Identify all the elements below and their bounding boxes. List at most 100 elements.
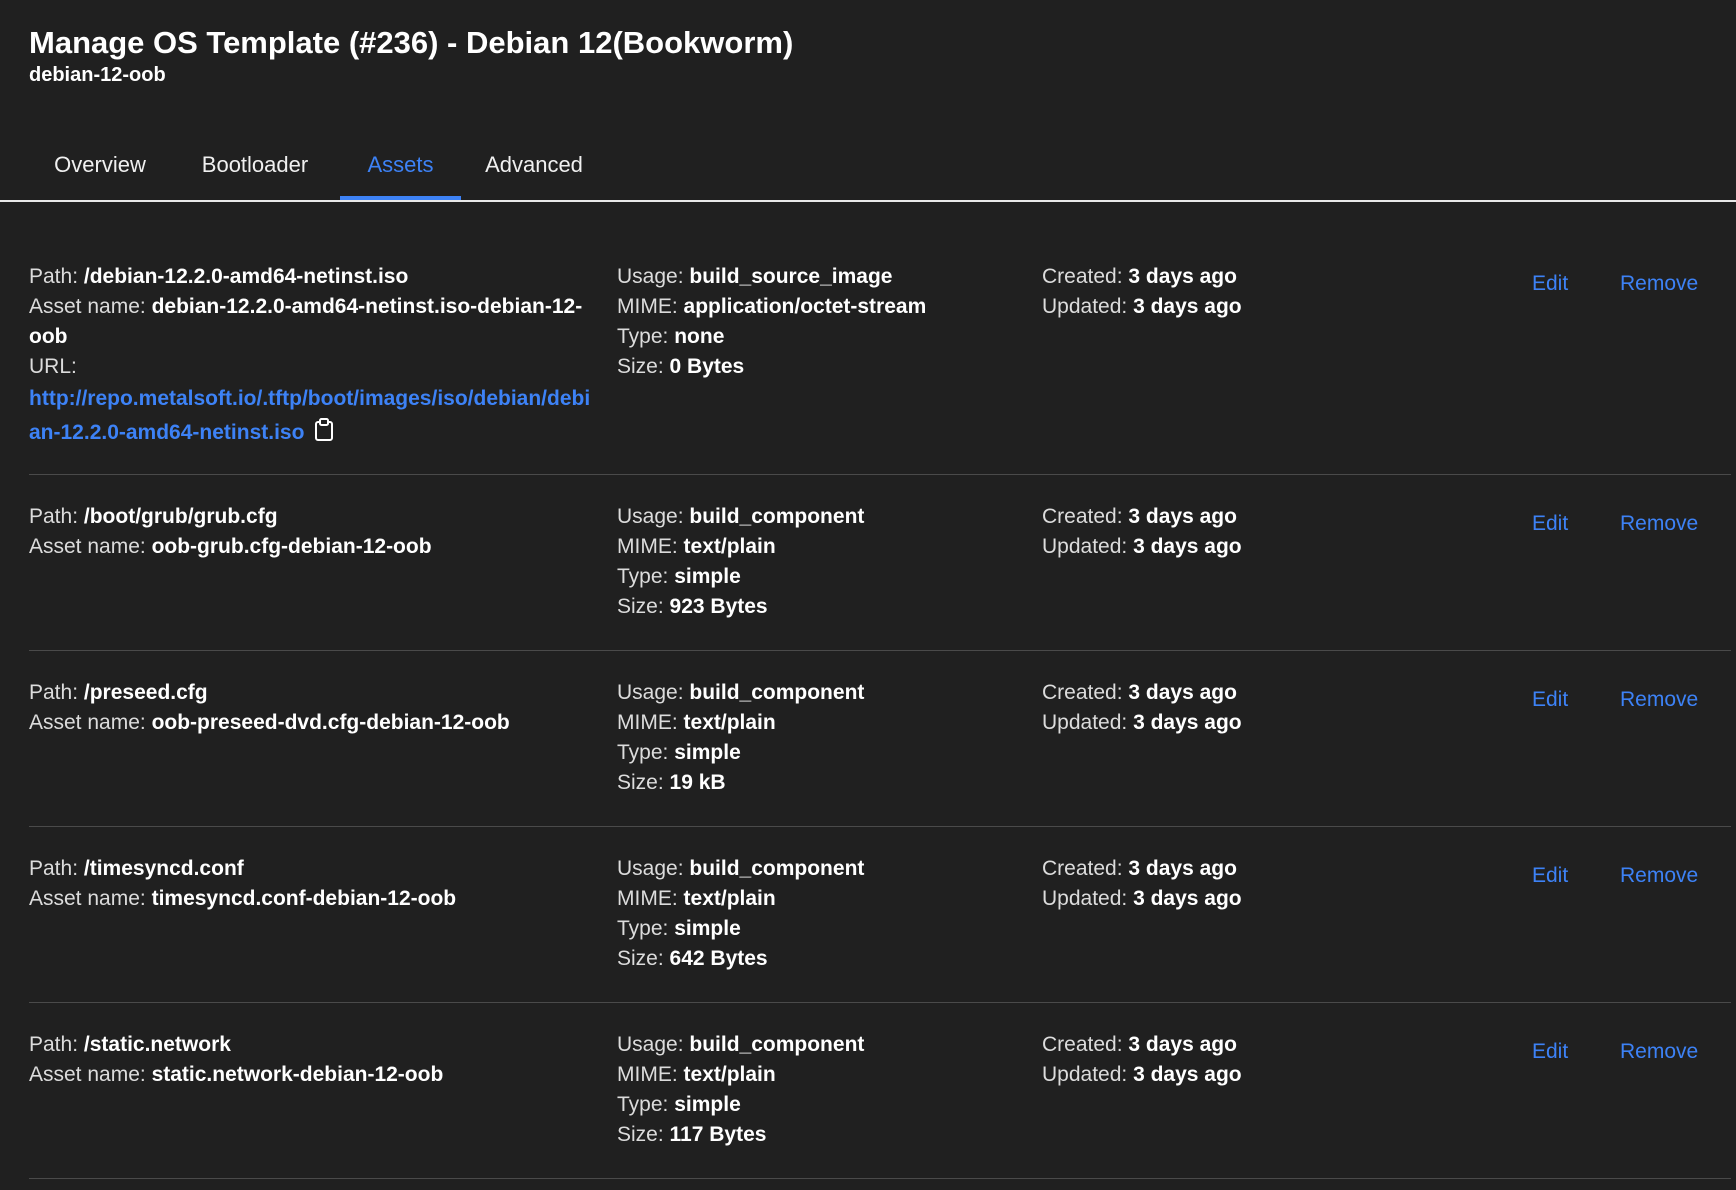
size-label: Size: bbox=[617, 947, 664, 970]
created-label: Created: bbox=[1042, 1033, 1123, 1056]
asset-name-row: Asset name: debian-12.2.0-amd64-netinst.… bbox=[29, 292, 599, 352]
path-row: Path: /debian-12.2.0-amd64-netinst.iso bbox=[29, 262, 599, 292]
size-label: Size: bbox=[617, 355, 664, 378]
updated-value: 3 days ago bbox=[1133, 1063, 1242, 1086]
edit-button[interactable]: Edit bbox=[1532, 1040, 1568, 1064]
asset-row: Path: /boot/grub/grub.cfg Asset name: oo… bbox=[29, 502, 1731, 651]
type-value: simple bbox=[674, 1093, 741, 1116]
mime-value: text/plain bbox=[683, 887, 776, 910]
tab-bootloader[interactable]: Bootloader bbox=[179, 152, 331, 198]
asset-dates: Created: 3 days ago Updated: 3 days ago bbox=[1042, 678, 1402, 738]
path-label: Path: bbox=[29, 857, 79, 880]
type-label: Type: bbox=[617, 917, 669, 940]
size-value: 19 kB bbox=[669, 771, 726, 794]
asset-row: Path: /debian-12.2.0-amd64-netinst.iso A… bbox=[29, 262, 1731, 475]
updated-label: Updated: bbox=[1042, 887, 1128, 910]
size-value: 923 Bytes bbox=[669, 595, 768, 618]
usage-label: Usage: bbox=[617, 857, 684, 880]
path-value: /debian-12.2.0-amd64-netinst.iso bbox=[83, 265, 409, 288]
type-label: Type: bbox=[617, 1093, 669, 1116]
created-value: 3 days ago bbox=[1128, 265, 1237, 288]
size-value: 117 Bytes bbox=[669, 1123, 767, 1146]
mime-value: application/octet-stream bbox=[683, 295, 927, 318]
asset-meta: Usage: build_component MIME: text/plain … bbox=[617, 1030, 1017, 1150]
updated-value: 3 days ago bbox=[1133, 535, 1242, 558]
mime-label: MIME: bbox=[617, 711, 678, 734]
updated-value: 3 days ago bbox=[1133, 887, 1242, 910]
created-value: 3 days ago bbox=[1128, 505, 1237, 528]
path-value: /boot/grub/grub.cfg bbox=[83, 505, 278, 528]
asset-details: Path: /timesyncd.conf Asset name: timesy… bbox=[29, 854, 599, 914]
url-row: http://repo.metalsoft.io/.tftp/boot/imag… bbox=[29, 382, 599, 453]
asset-dates: Created: 3 days ago Updated: 3 days ago bbox=[1042, 854, 1402, 914]
updated-label: Updated: bbox=[1042, 1063, 1128, 1086]
type-value: simple bbox=[674, 741, 741, 764]
asset-dates: Created: 3 days ago Updated: 3 days ago bbox=[1042, 262, 1402, 322]
path-label: Path: bbox=[29, 265, 79, 288]
asset-meta: Usage: build_component MIME: text/plain … bbox=[617, 678, 1017, 798]
path-label: Path: bbox=[29, 681, 79, 704]
asset-row: Path: /static.network Asset name: static… bbox=[29, 1030, 1731, 1179]
asset-meta: Usage: build_component MIME: text/plain … bbox=[617, 502, 1017, 622]
asset-dates: Created: 3 days ago Updated: 3 days ago bbox=[1042, 502, 1402, 562]
remove-button[interactable]: Remove bbox=[1620, 512, 1698, 536]
asset-meta: Usage: build_component MIME: text/plain … bbox=[617, 854, 1017, 974]
asset-name-label: Asset name: bbox=[29, 711, 146, 734]
tab-bar: Overview Bootloader Assets Advanced bbox=[0, 140, 1736, 202]
size-value: 0 Bytes bbox=[669, 355, 745, 378]
asset-name-label: Asset name: bbox=[29, 887, 146, 910]
updated-value: 3 days ago bbox=[1133, 711, 1242, 734]
path-value: /timesyncd.conf bbox=[83, 857, 244, 880]
asset-name-label: Asset name: bbox=[29, 1063, 146, 1086]
edit-button[interactable]: Edit bbox=[1532, 864, 1568, 888]
size-label: Size: bbox=[617, 595, 664, 618]
asset-meta: Usage: build_source_image MIME: applicat… bbox=[617, 262, 1017, 382]
asset-url-link[interactable]: http://repo.metalsoft.io/.tftp/boot/imag… bbox=[29, 387, 590, 444]
edit-button[interactable]: Edit bbox=[1532, 688, 1568, 712]
created-label: Created: bbox=[1042, 265, 1123, 288]
asset-name-value: oob-grub.cfg-debian-12-oob bbox=[151, 535, 432, 558]
mime-value: text/plain bbox=[683, 711, 776, 734]
type-value: simple bbox=[674, 917, 741, 940]
updated-label: Updated: bbox=[1042, 535, 1128, 558]
mime-label: MIME: bbox=[617, 1063, 678, 1086]
created-label: Created: bbox=[1042, 505, 1123, 528]
asset-details: Path: /static.network Asset name: static… bbox=[29, 1030, 599, 1090]
type-label: Type: bbox=[617, 325, 669, 348]
usage-label: Usage: bbox=[617, 265, 684, 288]
usage-value: build_source_image bbox=[689, 265, 893, 288]
usage-value: build_component bbox=[689, 1033, 865, 1056]
asset-name-value: timesyncd.conf-debian-12-oob bbox=[151, 887, 457, 910]
asset-name-value: oob-preseed-dvd.cfg-debian-12-oob bbox=[151, 711, 510, 734]
usage-label: Usage: bbox=[617, 1033, 684, 1056]
usage-value: build_component bbox=[689, 681, 865, 704]
updated-value: 3 days ago bbox=[1133, 295, 1242, 318]
path-label: Path: bbox=[29, 505, 79, 528]
url-label: URL: bbox=[29, 355, 77, 378]
asset-name-label: Asset name: bbox=[29, 295, 146, 318]
page-header: Manage OS Template (#236) - Debian 12(Bo… bbox=[29, 22, 793, 88]
type-value: simple bbox=[674, 565, 741, 588]
path-value: /static.network bbox=[83, 1033, 231, 1056]
copy-clipboard-icon[interactable] bbox=[314, 418, 334, 453]
created-label: Created: bbox=[1042, 857, 1123, 880]
path-value: /preseed.cfg bbox=[83, 681, 208, 704]
asset-dates: Created: 3 days ago Updated: 3 days ago bbox=[1042, 1030, 1402, 1090]
edit-button[interactable]: Edit bbox=[1532, 272, 1568, 296]
created-value: 3 days ago bbox=[1128, 857, 1237, 880]
remove-button[interactable]: Remove bbox=[1620, 272, 1698, 296]
remove-button[interactable]: Remove bbox=[1620, 1040, 1698, 1064]
remove-button[interactable]: Remove bbox=[1620, 688, 1698, 712]
tab-overview[interactable]: Overview bbox=[29, 152, 171, 198]
tab-assets[interactable]: Assets bbox=[340, 152, 461, 200]
size-label: Size: bbox=[617, 1123, 664, 1146]
tab-advanced[interactable]: Advanced bbox=[470, 152, 598, 198]
asset-details: Path: /preseed.cfg Asset name: oob-prese… bbox=[29, 678, 599, 738]
remove-button[interactable]: Remove bbox=[1620, 864, 1698, 888]
created-value: 3 days ago bbox=[1128, 1033, 1237, 1056]
type-label: Type: bbox=[617, 565, 669, 588]
edit-button[interactable]: Edit bbox=[1532, 512, 1568, 536]
mime-value: text/plain bbox=[683, 535, 776, 558]
asset-details: Path: /boot/grub/grub.cfg Asset name: oo… bbox=[29, 502, 599, 562]
page-title: Manage OS Template (#236) - Debian 12(Bo… bbox=[29, 25, 794, 60]
